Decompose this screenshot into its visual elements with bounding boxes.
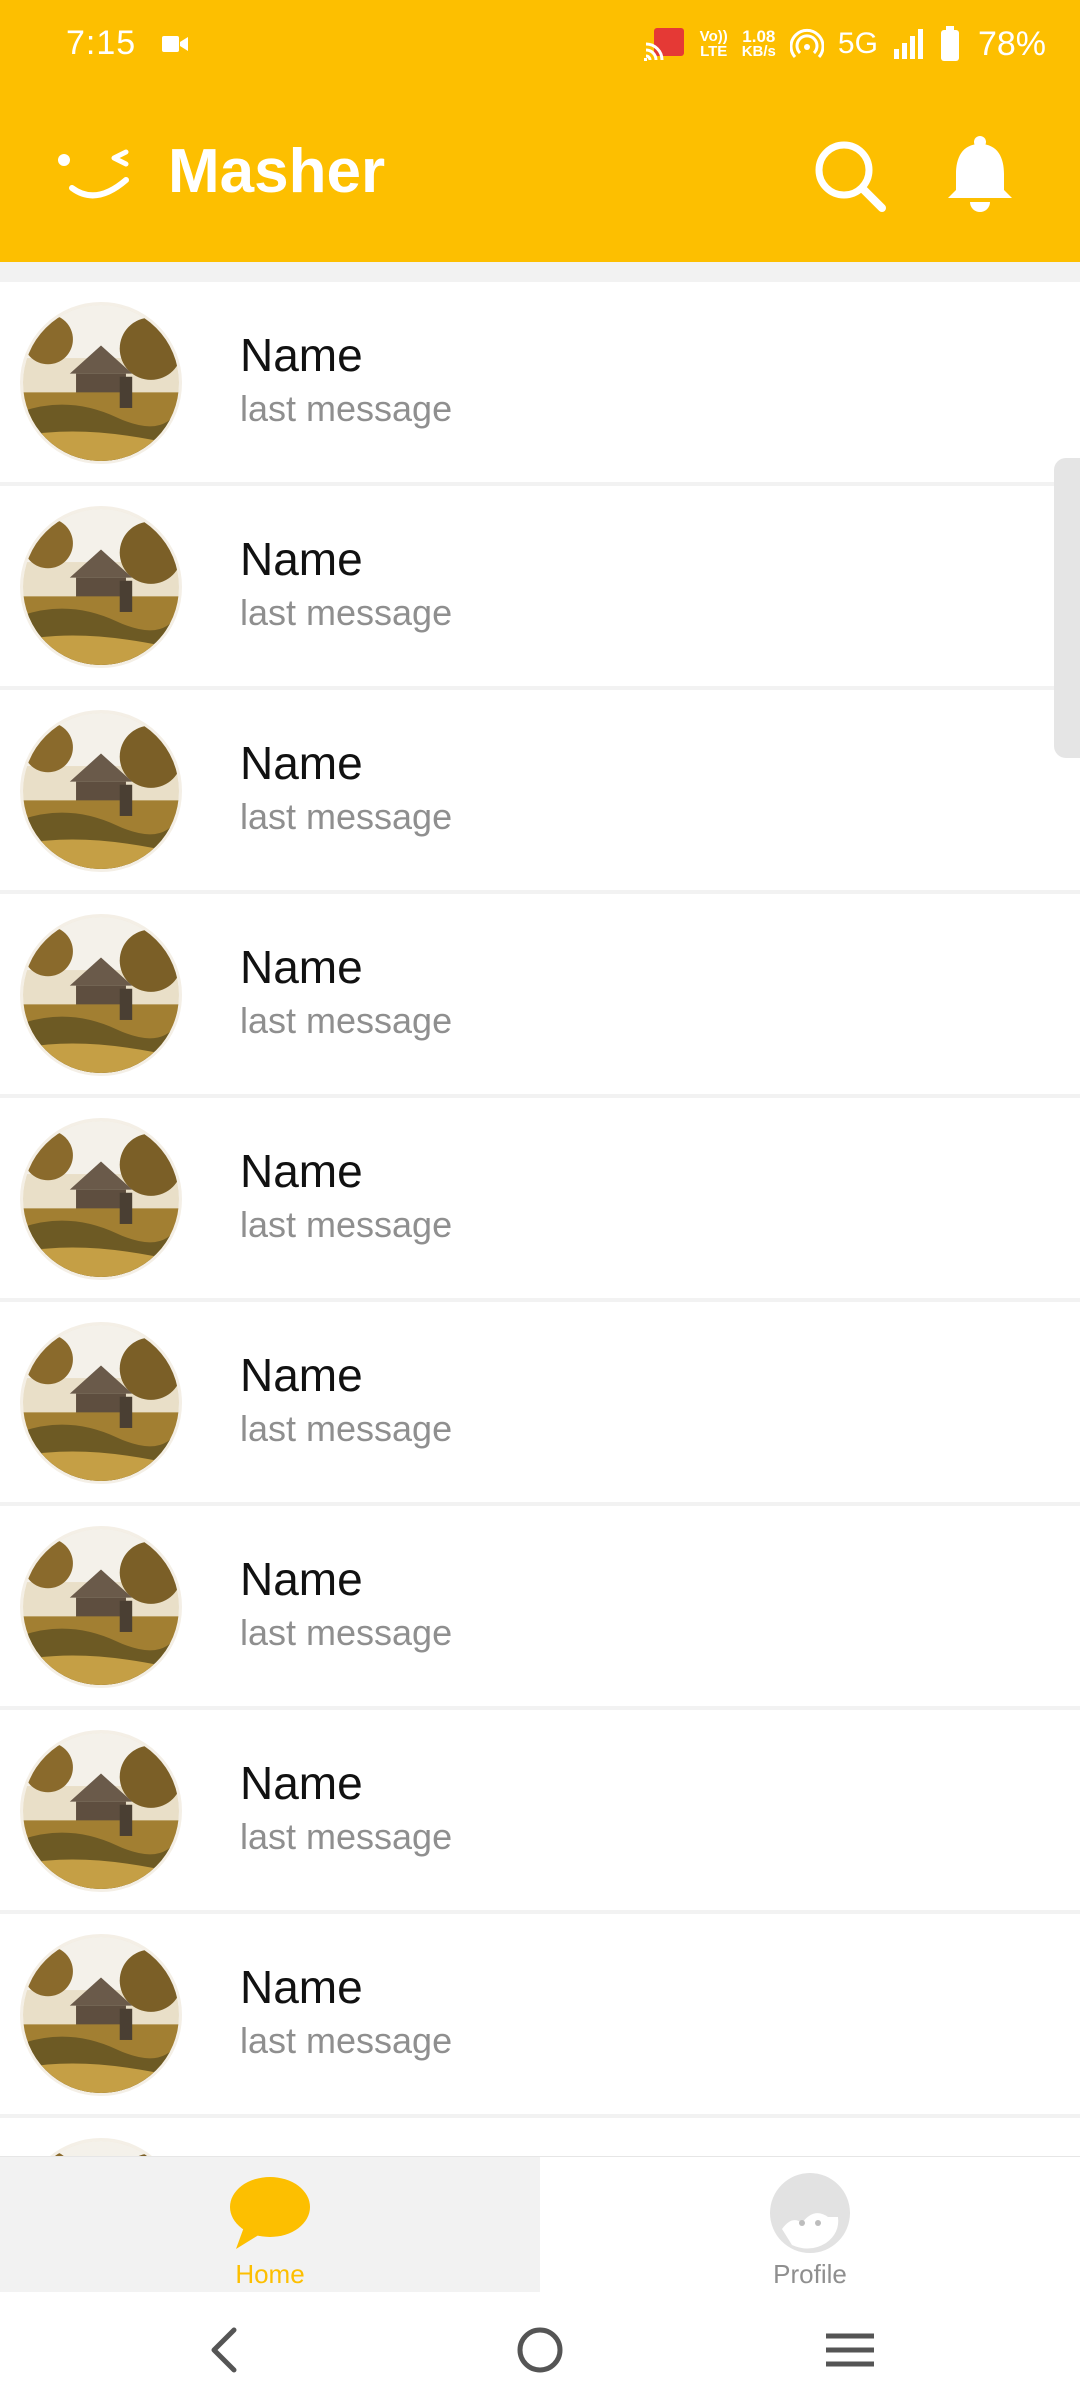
- nav-home-label: Home: [235, 2259, 305, 2289]
- avatar: [20, 302, 182, 464]
- status-right: Vo)) LTE 1.08 KB/s 5G 78%: [642, 22, 1046, 66]
- app-title: Masher: [168, 137, 386, 206]
- avatar: [20, 1526, 182, 1688]
- chat-last-message: last message: [240, 1000, 453, 1041]
- chat-last-message: last message: [240, 1204, 453, 1245]
- chat-row[interactable]: Name last message: [0, 894, 1080, 1094]
- cast-icon: [643, 28, 684, 61]
- chat-name: Name: [240, 1145, 363, 1197]
- bottom-navigation: Home Profile: [0, 2156, 1080, 2293]
- profile-face-icon: [770, 2173, 850, 2253]
- chat-last-message: last message: [240, 592, 453, 633]
- chat-last-message: last message: [240, 1612, 453, 1653]
- avatar: [20, 1118, 182, 1280]
- avatar: [20, 2138, 182, 2156]
- chat-last-message: last message: [240, 388, 453, 429]
- chat-name: Name: [240, 1349, 363, 1401]
- home-circle-icon[interactable]: [510, 2322, 570, 2378]
- chat-bubble-icon: [230, 2177, 310, 2249]
- signal-icon: [893, 29, 923, 59]
- system-navigation-bar: [0, 2292, 1080, 2408]
- app-bar: Masher: [0, 88, 1080, 262]
- recents-menu-icon[interactable]: [820, 2322, 880, 2378]
- volte-indicator: Vo)) LTE: [700, 29, 728, 59]
- chat-row[interactable]: Name last message: [0, 1710, 1080, 1910]
- battery-icon: [940, 26, 959, 61]
- nav-profile[interactable]: Profile: [540, 2157, 1080, 2293]
- avatar: [20, 1322, 182, 1484]
- avatar: [20, 710, 182, 872]
- chat-name: Name: [240, 1757, 363, 1809]
- chat-row[interactable]: Name last message: [0, 1098, 1080, 1298]
- chat-last-message: last message: [240, 1816, 453, 1857]
- top-header: 7:15 Vo)) LTE 1.08 KB/s 5G 78% Masher: [0, 0, 1080, 262]
- network-speed: 1.08 KB/s: [741, 27, 776, 60]
- chat-last-message: last message: [240, 2020, 453, 2061]
- chat-name: Name: [240, 1553, 363, 1605]
- speed-unit: KB/s: [741, 43, 776, 60]
- avatar: [20, 914, 182, 1076]
- chat-name: Name: [240, 737, 363, 789]
- scrollbar-thumb[interactable]: [1054, 458, 1080, 758]
- wink-logo-icon: [58, 149, 129, 199]
- chat-row[interactable]: Name last message: [0, 1506, 1080, 1706]
- status-bar: 7:15 Vo)) LTE 1.08 KB/s 5G 78%: [0, 0, 1080, 88]
- avatar: [20, 506, 182, 668]
- back-icon[interactable]: [198, 2322, 258, 2378]
- chat-row[interactable]: Name last message: [0, 1914, 1080, 2114]
- chat-list[interactable]: Name last message Name last message Name last…: [0, 262, 1080, 2156]
- chat-name: Name: [240, 941, 363, 993]
- nav-home[interactable]: Home: [0, 2157, 540, 2293]
- chat-row[interactable]: Name last message: [0, 1302, 1080, 1502]
- network-type: 5G: [837, 27, 878, 60]
- chat-row[interactable]: Name last message: [0, 486, 1080, 686]
- volte-bottom: LTE: [700, 43, 728, 60]
- chat-name: Name: [240, 533, 363, 585]
- status-time: 7:15: [66, 24, 137, 62]
- avatar: [20, 1934, 182, 2096]
- volte-top: Vo)): [699, 28, 728, 45]
- video-recording-icon: [162, 36, 188, 52]
- battery-percent: 78%: [977, 24, 1046, 63]
- chat-last-message: last message: [240, 796, 453, 837]
- chat-name: Name: [240, 329, 363, 381]
- bell-icon[interactable]: [944, 134, 1016, 214]
- nav-profile-label: Profile: [773, 2259, 847, 2289]
- chat-row[interactable]: [0, 2118, 1080, 2156]
- speed-value: 1.08: [742, 27, 776, 46]
- chat-name: Name: [240, 1961, 363, 2013]
- chat-row[interactable]: Name last message: [0, 282, 1080, 482]
- chat-last-message: last message: [240, 1408, 453, 1449]
- chat-row[interactable]: Name last message: [0, 690, 1080, 890]
- avatar: [20, 1730, 182, 1892]
- hotspot-icon: [789, 28, 824, 58]
- search-icon[interactable]: [812, 138, 888, 214]
- chat-list-inner: Name last message Name last message Name last…: [0, 282, 1080, 2156]
